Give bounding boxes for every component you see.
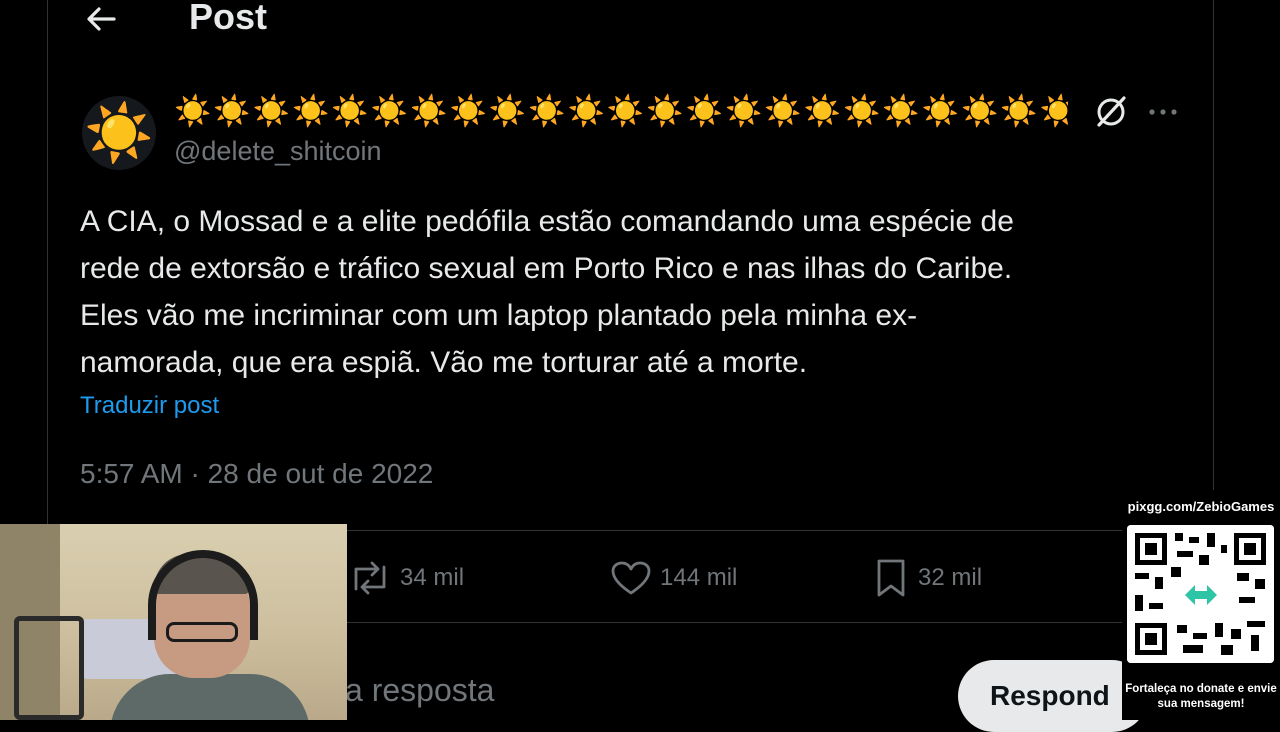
heart-icon: [611, 561, 651, 595]
back-arrow-icon[interactable]: [84, 2, 118, 36]
repost-button[interactable]: 34 mil: [348, 556, 464, 600]
translate-post-link[interactable]: Traduzir post: [80, 392, 219, 420]
more-icon[interactable]: [1146, 100, 1180, 124]
repost-icon: [354, 561, 386, 595]
donate-url: pixgg.com/ZebioGames: [1127, 499, 1275, 514]
post-text-line: Eles vão me incriminar com um laptop pla…: [80, 299, 918, 332]
bookmark-button[interactable]: 32 mil: [872, 556, 982, 600]
user-handle[interactable]: @delete_shitcoin: [174, 136, 382, 167]
post-text-line: rede de extorsão e tráfico sexual em Por…: [80, 252, 1013, 285]
avatar[interactable]: ☀️: [82, 96, 156, 170]
qr-code-icon: [1127, 525, 1274, 663]
grok-icon[interactable]: [1093, 94, 1129, 130]
column-border-right: [1213, 0, 1214, 490]
post-text: A CIA, o Mossad e a elite pedófila estão…: [80, 198, 1180, 386]
donate-message: Fortaleça no donate e envie sua mensagem…: [1125, 683, 1277, 710]
webcam-overlay: [0, 524, 347, 720]
post-text-line: A CIA, o Mossad e a elite pedófila estão…: [80, 205, 1014, 238]
glasses-icon: [166, 622, 238, 642]
streamer-shirt: [110, 674, 310, 720]
bookmark-icon: [877, 559, 905, 597]
bookmark-count: 32 mil: [918, 564, 983, 591]
donate-panel: pixgg.com/ZebioGames Fortaleça no donate…: [1122, 491, 1280, 720]
like-count: 144 mil: [660, 564, 738, 591]
display-name[interactable]: ☀️☀️☀️☀️☀️☀️☀️☀️☀️☀️☀️☀️☀️☀️☀️☀️☀️☀️☀️☀️…: [174, 92, 1068, 132]
like-button[interactable]: 144 mil: [610, 556, 737, 600]
page-title: Post: [189, 0, 268, 37]
reply-button[interactable]: Respond: [958, 660, 1148, 732]
post-text-line: namorada, que era espiã. Vão me torturar…: [80, 346, 808, 379]
post-timestamp[interactable]: 5:57 AM · 28 de out de 2022: [80, 458, 433, 490]
reply-input[interactable]: a resposta: [345, 672, 494, 709]
repost-count: 34 mil: [400, 564, 465, 591]
webcam-chair: [14, 616, 84, 720]
